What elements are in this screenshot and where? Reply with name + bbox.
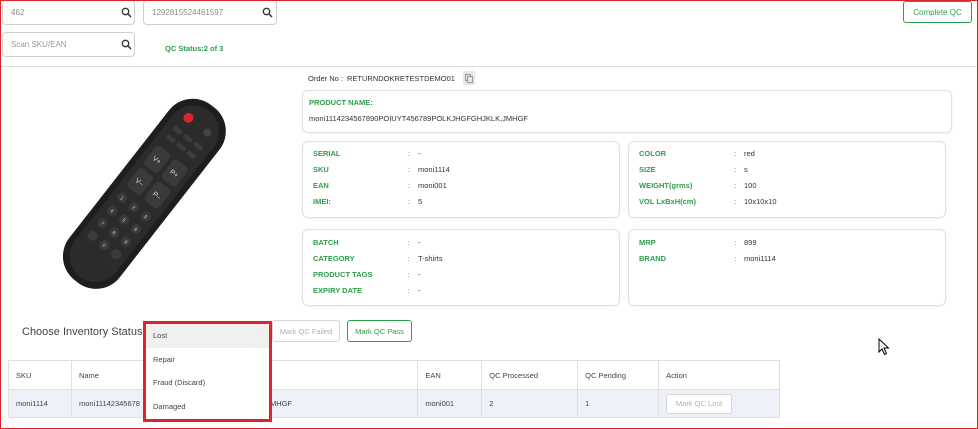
order-number-label: Order No :	[308, 73, 344, 83]
dropdown-option-fraud-discard[interactable]: Fraud (Discard)	[146, 371, 269, 395]
detail-batch: BATCH: -	[313, 238, 421, 247]
detail-volume: VOL LxBxH(cm):10x10x10	[639, 197, 777, 206]
complete-qc-button[interactable]: Complete QC	[903, 1, 972, 23]
qc-items-table: SKU Name EAN QC Processed QC Pending Act…	[8, 360, 780, 418]
cell-ean: moni001	[417, 389, 483, 418]
detail-expiry-date: EXPIRY DATE: -	[313, 286, 421, 295]
order-search-input[interactable]	[11, 8, 121, 17]
search-icon[interactable]	[121, 7, 132, 18]
cell-action: Mark QC Lost	[658, 389, 780, 418]
mouse-cursor-icon	[878, 337, 890, 361]
choose-inventory-status-label: Choose Inventory Status	[22, 326, 143, 338]
detail-brand: BRAND: moni1114	[639, 254, 776, 263]
cell-name-end: MHGF	[269, 399, 293, 408]
search-icon[interactable]	[262, 7, 273, 18]
detail-weight: WEIGHT(grms):100	[639, 181, 757, 190]
scan-sku-input[interactable]	[11, 40, 121, 49]
column-header-ean: EAN	[417, 360, 483, 390]
cell-qc-pending: 1	[577, 389, 660, 418]
detail-serial: SERIAL: -	[313, 149, 421, 158]
detail-sku: SKU: moni1114	[313, 165, 450, 174]
divider	[0, 66, 978, 67]
detail-mrp: MRP:899	[639, 238, 757, 247]
cell-name-start: moni11142345678	[78, 399, 140, 408]
product-name-value: moni1114234567890POIUYT456789POLKJHGFGHJ…	[309, 114, 528, 123]
dropdown-option-repair[interactable]: Repair	[146, 348, 269, 372]
order-number-row: Order No : RETURNDOKRETESTDEMO01	[308, 71, 475, 85]
detail-color: COLOR: red	[639, 149, 755, 158]
cell-sku: moni1114	[8, 389, 72, 418]
search-icon[interactable]	[121, 39, 132, 50]
mark-qc-failed-button[interactable]: Mark QC Failed	[272, 320, 340, 342]
mark-qc-pass-button[interactable]: Mark QC Pass	[347, 320, 412, 342]
copy-icon[interactable]	[462, 71, 475, 85]
inventory-status-dropdown[interactable]: Lost Repair Fraud (Discard) Damaged	[143, 321, 272, 422]
column-header-qc-processed: QC Processed	[481, 360, 579, 390]
dropdown-option-lost[interactable]: Lost	[146, 324, 269, 348]
table-row: moni1114 moni11142345678 MHGF moni001 2 …	[8, 389, 780, 418]
table-header-row: SKU Name EAN QC Processed QC Pending Act…	[8, 360, 780, 390]
cell-qc-processed: 2	[481, 389, 579, 418]
column-header-action: Action	[658, 360, 780, 390]
detail-size: SIZE: s	[639, 165, 748, 174]
product-name-card	[302, 90, 952, 133]
mark-qc-lost-button[interactable]: Mark QC Lost	[666, 393, 733, 414]
dropdown-option-damaged[interactable]: Damaged	[146, 395, 269, 419]
detail-imei: IMEI::5	[313, 197, 423, 206]
awb-search-box[interactable]	[143, 0, 277, 25]
column-header-qc-pending: QC Pending	[577, 360, 660, 390]
awb-search-input[interactable]	[152, 8, 262, 17]
order-number-value: RETURNDOKRETESTDEMO01	[347, 73, 455, 83]
qc-status: QC Status:2 of 3	[165, 44, 224, 53]
detail-product-tags: PRODUCT TAGS: -	[313, 270, 421, 279]
product-image: V+ P+ V– P– 123 456 789 0	[45, 85, 245, 305]
detail-ean: EAN: moni001	[313, 181, 447, 190]
order-search-box[interactable]	[2, 0, 135, 25]
column-header-sku: SKU	[8, 360, 72, 390]
detail-category: CATEGORY: T-shirts	[313, 254, 443, 263]
product-name-label: PRODUCT NAME:	[309, 98, 373, 107]
scan-sku-box[interactable]	[2, 32, 135, 57]
